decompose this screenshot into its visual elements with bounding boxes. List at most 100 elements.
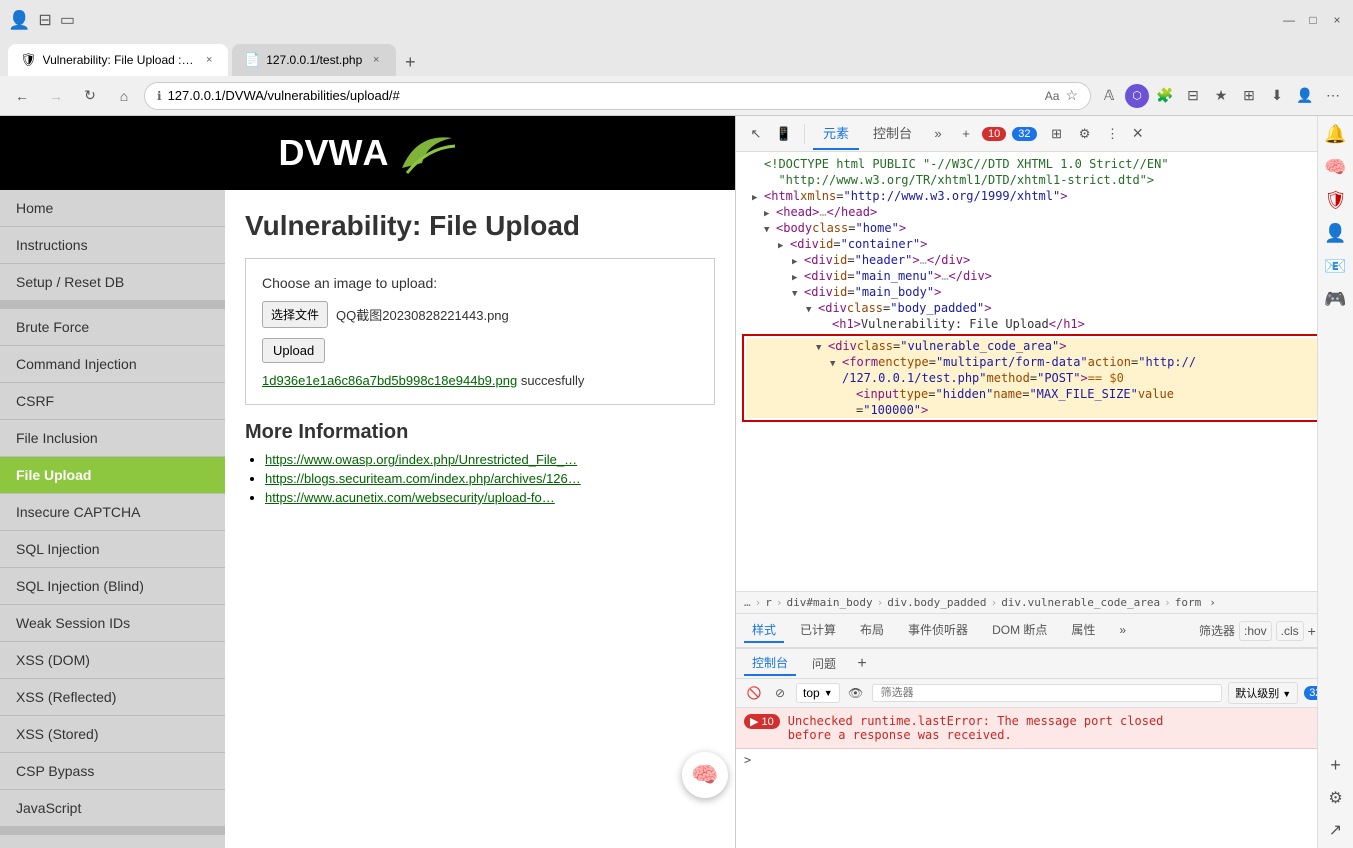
devtools-inspect-icon[interactable]: ↖ — [744, 122, 768, 146]
uploaded-file-link[interactable]: 1d936e1e1a6c86a7bd5b998c18e944b9.png — [262, 373, 517, 388]
dom-line-vulnerable[interactable]: <div class = "vulnerable_code_area" > — [746, 338, 1349, 354]
sidebar-item-setup[interactable]: Setup / Reset DB — [0, 264, 225, 301]
sidebar-icon[interactable]: ▭ — [60, 10, 75, 30]
dom-line-html[interactable]: <html xmlns = "http://www.w3.org/1999/xh… — [736, 188, 1353, 204]
dom-line-header[interactable]: <div id = "header" > … </div> — [736, 252, 1353, 268]
bc-item-main-body[interactable]: div#main_body — [787, 596, 873, 609]
sidebar-item-csp-bypass[interactable]: CSP Bypass — [0, 753, 225, 790]
dom-triangle-menu[interactable] — [792, 269, 804, 283]
dom-line-form2[interactable]: /127.0.0.1/test.php" method = "POST" > =… — [746, 370, 1349, 386]
profile-icon[interactable]: ⬡ — [1125, 84, 1149, 108]
dom-triangle-html[interactable] — [752, 189, 764, 203]
dom-triangle-body-padded[interactable] — [806, 301, 818, 315]
extensions-icon[interactable]: 🧩 — [1153, 84, 1177, 108]
devtools-add-tab[interactable]: + — [954, 122, 978, 146]
more-button[interactable]: ⋯ — [1321, 84, 1345, 108]
dom-line-head[interactable]: <head> … </head> — [736, 204, 1353, 220]
dom-line-main-menu[interactable]: <div id = "main_menu" > … </div> — [736, 268, 1353, 284]
console-tab-issues[interactable]: 问题 — [804, 652, 844, 675]
choose-file-button[interactable]: 选择文件 — [262, 301, 328, 328]
devtools-device-icon[interactable]: 📱 — [772, 122, 796, 146]
close-window-button[interactable]: × — [1329, 12, 1345, 28]
sidebar-item-sql-injection[interactable]: SQL Injection — [0, 531, 225, 568]
sidebar-item-file-upload[interactable]: File Upload — [0, 457, 225, 494]
tab-test-php[interactable]: 📄 127.0.0.1/test.php × — [232, 44, 396, 76]
refresh-button[interactable]: ↻ — [76, 82, 104, 110]
forward-button[interactable]: → — [42, 82, 70, 110]
dom-triangle-vulnerable[interactable] — [816, 339, 828, 353]
bc-item-body-padded[interactable]: div.body_padded — [887, 596, 986, 609]
console-tab-console[interactable]: 控制台 — [744, 651, 796, 676]
dom-triangle-main-body[interactable] — [792, 285, 804, 299]
dom-triangle-header[interactable] — [792, 253, 804, 267]
more-link-3[interactable]: https://www.acunetix.com/websecurity/upl… — [265, 490, 555, 505]
more-link-2[interactable]: https://blogs.securiteam.com/index.php/a… — [265, 471, 581, 486]
bc-item-form[interactable]: form — [1175, 596, 1202, 609]
devtools-settings-icon[interactable]: ⚙ — [1073, 122, 1097, 146]
favorites-icon[interactable]: ★ — [1209, 84, 1233, 108]
profile2-icon[interactable]: 👤 — [1293, 84, 1317, 108]
sidebar-item-command-injection[interactable]: Command Injection — [0, 346, 225, 383]
styles-tab-event[interactable]: 事件侦听器 — [900, 618, 976, 643]
split-view-icon[interactable]: ⊟ — [1181, 84, 1205, 108]
dom-line-input2[interactable]: = "100000" > — [746, 402, 1349, 418]
styles-tab-computed[interactable]: 已计算 — [792, 618, 844, 643]
add-style-button[interactable]: + — [1308, 623, 1316, 639]
devtools-tab-console[interactable]: 控制台 — [863, 117, 922, 150]
bc-arrow-right[interactable]: › — [1209, 596, 1216, 609]
console-prompt-line[interactable]: > — [736, 749, 1353, 771]
dom-line-main-body[interactable]: <div id = "main_body" > — [736, 284, 1353, 300]
dom-line-form[interactable]: <form enctype = "multipart/form-data" ac… — [746, 354, 1349, 370]
minimize-button[interactable]: — — [1281, 12, 1297, 28]
sidebar-item-xss-dom[interactable]: XSS (DOM) — [0, 642, 225, 679]
tab-close-1[interactable]: × — [203, 52, 216, 68]
dom-triangle-form[interactable] — [830, 355, 842, 369]
dom-triangle-head[interactable] — [764, 205, 776, 219]
devtools-close-button[interactable]: × — [1133, 123, 1144, 144]
tab-close-2[interactable]: × — [368, 52, 384, 68]
dom-line-container[interactable]: <div id = "container" > — [736, 236, 1353, 252]
cls-button[interactable]: .cls — [1276, 621, 1304, 641]
styles-more-tabs[interactable]: » — [1111, 620, 1134, 642]
dom-line-body[interactable]: <body class = "home" > — [736, 220, 1353, 236]
console-clear-button[interactable]: 🚫 — [744, 683, 764, 703]
sidebar-games[interactable]: 🎮 — [1324, 289, 1346, 310]
devtools-more-tabs[interactable]: » — [926, 122, 950, 146]
styles-tab-styles[interactable]: 样式 — [744, 618, 784, 643]
collections-icon[interactable]: ⊞ — [1237, 84, 1261, 108]
sidebar-item-sql-injection-blind[interactable]: SQL Injection (Blind) — [0, 568, 225, 605]
styles-tab-properties[interactable]: 属性 — [1063, 618, 1103, 643]
sidebar-item-xss-reflected[interactable]: XSS (Reflected) — [0, 679, 225, 716]
console-eye-button[interactable]: 👁 — [846, 683, 866, 703]
bc-more-icon[interactable]: … — [744, 596, 751, 609]
styles-tab-layout[interactable]: 布局 — [852, 618, 892, 643]
console-ban-button[interactable]: ⊘ — [770, 683, 790, 703]
sidebar-add[interactable]: + — [1330, 755, 1341, 776]
sidebar-brain[interactable]: 🧠 — [1324, 157, 1346, 178]
dom-line-input[interactable]: <input type = "hidden" name = "MAX_FILE_… — [746, 386, 1349, 402]
new-tab-button[interactable]: + — [396, 48, 424, 76]
sidebar-item-home[interactable]: Home — [0, 190, 225, 227]
sidebar-person[interactable]: 👤 — [1324, 223, 1346, 244]
address-bar[interactable]: ℹ 127.0.0.1/DVWA/vulnerabilities/upload/… — [144, 82, 1091, 110]
user-icon[interactable]: 👤 — [8, 10, 30, 31]
console-level-select[interactable]: 默认级别 ▼ — [1228, 682, 1298, 704]
dom-triangle-body[interactable] — [764, 221, 776, 235]
bookmark-icon[interactable]: ☆ — [1065, 87, 1078, 104]
sidebar-item-file-inclusion[interactable]: File Inclusion — [0, 420, 225, 457]
sidebar-notifications[interactable]: 🔔 — [1324, 124, 1346, 145]
sidebar-item-csrf[interactable]: CSRF — [0, 383, 225, 420]
sidebar-item-instructions[interactable]: Instructions — [0, 227, 225, 264]
bc-item-r[interactable]: r — [765, 596, 772, 609]
sidebar-item-javascript[interactable]: JavaScript — [0, 790, 225, 827]
sidebar-item-insecure-captcha[interactable]: Insecure CAPTCHA — [0, 494, 225, 531]
downloads-icon[interactable]: ⬇ — [1265, 84, 1289, 108]
sidebar-item-brute-force[interactable]: Brute Force — [0, 309, 225, 346]
sidebar-outlook[interactable]: 📧 — [1324, 256, 1346, 277]
sidebar-cog[interactable]: ⚙ — [1328, 788, 1342, 808]
ai-assistant-button[interactable]: 🧠 — [682, 752, 728, 798]
sidebar-item-xss-stored[interactable]: XSS (Stored) — [0, 716, 225, 753]
console-filter-input[interactable] — [872, 684, 1223, 702]
upload-button[interactable]: Upload — [262, 338, 325, 363]
dom-triangle-container[interactable] — [778, 237, 790, 251]
